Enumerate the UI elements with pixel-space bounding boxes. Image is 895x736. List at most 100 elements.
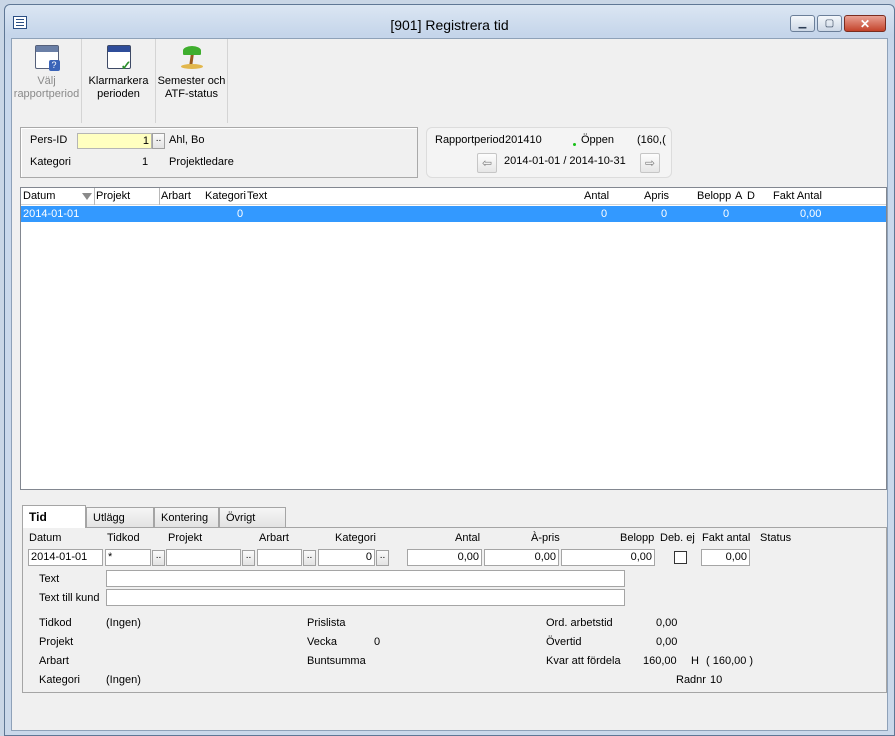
info-kategori-value: (Ingen): [106, 674, 141, 686]
grid-header: Datum Projekt Arbart Kategori Text Antal…: [21, 188, 886, 205]
column-header-fakt-antal[interactable]: Fakt Antal: [773, 190, 822, 202]
buntsumma-label: Buntsumma: [307, 655, 366, 667]
ord-arbetstid-label: Ord. arbetstid: [546, 617, 613, 629]
arbart-lookup-button[interactable]: ..: [303, 550, 316, 566]
status-indicator-icon: [573, 143, 576, 146]
kategori-field[interactable]: 0: [318, 549, 375, 566]
tab-ovrigt[interactable]: Övrigt: [219, 507, 286, 527]
tab-kontering[interactable]: Kontering: [154, 507, 219, 527]
header-apris: À-pris: [531, 532, 560, 544]
pers-id-label: Pers-ID: [30, 134, 68, 146]
column-header-arbart[interactable]: Arbart: [161, 190, 191, 202]
fakt-antal-field[interactable]: 0,00: [701, 549, 750, 566]
calendar-question-icon: [34, 45, 60, 71]
vacation-atf-status-button[interactable]: Semester och ATF-status: [156, 39, 228, 123]
kvar-att-fordela-label: Kvar att fördela: [546, 655, 621, 667]
column-header-antal[interactable]: Antal: [584, 190, 609, 202]
tidkod-lookup-button[interactable]: ..: [152, 550, 165, 566]
tab-utlagg[interactable]: Utlägg: [86, 507, 154, 527]
title-bar[interactable]: [901] Registrera tid ▁ ▢ ✕: [5, 5, 894, 39]
belopp-field[interactable]: 0,00: [561, 549, 655, 566]
select-report-period-button[interactable]: Välj rapportperiod: [12, 39, 82, 123]
window-title: [901] Registrera tid: [390, 17, 509, 33]
text-field[interactable]: [106, 570, 625, 587]
column-header-d[interactable]: D: [747, 190, 755, 202]
radnr-label: Radnr: [676, 674, 706, 686]
palm-tree-icon: [180, 45, 204, 69]
person-name: Ahl, Bo: [169, 134, 205, 146]
arbart-field[interactable]: [257, 549, 302, 566]
toolbar-label: perioden: [97, 88, 140, 100]
header-status: Status: [760, 532, 792, 544]
text-till-kund-field[interactable]: [106, 589, 625, 606]
vecka-value: 0: [374, 636, 381, 648]
time-entries-grid[interactable]: Datum Projekt Arbart Kategori Text Antal…: [20, 187, 887, 490]
minimize-button[interactable]: ▁: [790, 15, 815, 32]
header-kategori: Kategori: [335, 532, 376, 544]
report-period-hours: (160,(: [637, 134, 666, 146]
text-label: Text: [39, 573, 60, 585]
cell-datum: 2014-01-01: [23, 208, 80, 220]
previous-period-button[interactable]: ⇦: [477, 153, 497, 173]
status-bar: [12, 700, 887, 730]
info-projekt-label: Projekt: [39, 636, 74, 648]
column-header-apris[interactable]: Apris: [644, 190, 669, 202]
maximize-button[interactable]: ▢: [817, 15, 842, 32]
overtid-label: Övertid: [546, 636, 582, 648]
header-fakt-antal: Fakt antal: [702, 532, 751, 544]
report-period-group: Rapportperiod 201410 Öppen (160,( ⇦ 2014…: [426, 127, 672, 178]
kategori-value: 1: [142, 156, 149, 168]
tab-tid[interactable]: Tid: [22, 505, 86, 528]
header-antal: Antal: [455, 532, 481, 544]
kvar-unit: H: [691, 655, 699, 667]
table-row[interactable]: 2014-01-01 0 0 0 0 0,00: [21, 206, 886, 222]
column-header-a[interactable]: A: [735, 190, 742, 202]
tab-panel-tid: Datum Tidkod Projekt Arbart Kategori Ant…: [22, 527, 887, 693]
deb-ej-checkbox[interactable]: [674, 551, 687, 564]
column-header-projekt[interactable]: Projekt: [96, 190, 130, 202]
header-arbart: Arbart: [259, 532, 289, 544]
column-header-text[interactable]: Text: [247, 190, 267, 202]
close-button[interactable]: ✕: [844, 15, 886, 32]
pers-id-lookup-button[interactable]: ..: [152, 133, 165, 149]
radnr-value: 10: [710, 674, 723, 686]
person-group: Pers-ID 1 .. Ahl, Bo Kategori 1 Projektl…: [20, 127, 418, 178]
mark-period-complete-button[interactable]: Klarmarkera perioden: [82, 39, 156, 123]
sort-descending-icon: [82, 193, 92, 200]
toolbar-label: Välj: [37, 75, 56, 87]
header-datum: Datum: [29, 532, 62, 544]
column-header-belopp[interactable]: Belopp: [697, 190, 731, 202]
kategori-label: Kategori: [30, 156, 71, 168]
tidkod-field[interactable]: *: [105, 549, 151, 566]
antal-field[interactable]: 0,00: [407, 549, 482, 566]
column-header-kategori[interactable]: Kategori: [205, 190, 246, 202]
vecka-label: Vecka: [307, 636, 337, 648]
prislista-label: Prislista: [307, 617, 346, 629]
kvar-total: ( 160,00 ): [706, 655, 754, 667]
projekt-field[interactable]: [166, 549, 241, 566]
cell-apris: 0: [661, 208, 668, 220]
toolbar-label: rapportperiod: [13, 88, 80, 100]
kategori-name: Projektledare: [169, 156, 234, 168]
header-deb-ej: Deb. ej: [660, 532, 695, 544]
toolbar-label: Klarmarkera: [88, 75, 149, 87]
toolbar-label: Semester och: [157, 75, 226, 87]
toolbar: Välj rapportperiod Klarmarkera perioden …: [12, 39, 234, 125]
projekt-lookup-button[interactable]: ..: [242, 550, 255, 566]
kategori-lookup-button[interactable]: ..: [376, 550, 389, 566]
report-period-status: Öppen: [581, 134, 615, 146]
info-kategori-label: Kategori: [39, 674, 80, 686]
apris-field[interactable]: 0,00: [484, 549, 559, 566]
column-header-datum[interactable]: Datum: [23, 190, 55, 202]
cell-belopp: 0: [723, 208, 730, 220]
application-window: [901] Registrera tid ▁ ▢ ✕ Välj rapportp…: [4, 4, 895, 736]
calendar-check-icon: [106, 45, 132, 72]
cell-kategori: 0: [237, 208, 244, 220]
overtid-value: 0,00: [656, 636, 678, 648]
info-arbart-label: Arbart: [39, 655, 69, 667]
datum-field[interactable]: 2014-01-01: [28, 549, 103, 566]
next-period-button[interactable]: ⇨: [640, 153, 660, 173]
pers-id-input[interactable]: 1: [77, 133, 152, 149]
cell-antal: 0: [601, 208, 608, 220]
report-period-value: 201410: [505, 134, 542, 146]
